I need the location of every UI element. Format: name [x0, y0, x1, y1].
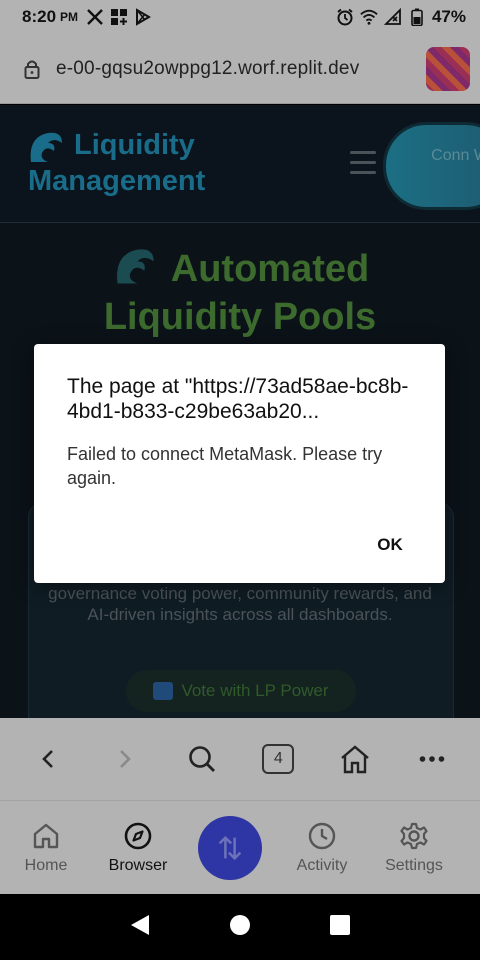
status-ampm: PM — [60, 10, 79, 24]
hero-title-line-2: Liquidity Pools — [103, 296, 377, 338]
battery-percent: 47% — [431, 7, 466, 26]
tab-count: 4 — [262, 744, 295, 774]
brand-title[interactable]: Liquidity Management — [28, 127, 205, 199]
house-icon — [341, 745, 369, 774]
app-bottom-nav: Home Browser Activity Settings — [0, 800, 480, 894]
status-time: 8:20 — [22, 7, 57, 26]
search-button[interactable] — [177, 734, 227, 784]
lock-icon — [24, 59, 40, 79]
nav-settings[interactable]: Settings — [368, 821, 460, 875]
ballot-box-icon — [153, 682, 174, 700]
home-button[interactable] — [330, 734, 380, 784]
triangle-back-icon — [131, 914, 149, 935]
vote-button-label: Vote with LP Power — [181, 681, 329, 700]
wifi-icon — [360, 8, 378, 26]
android-back-button[interactable] — [129, 913, 151, 942]
apps-grid-icon — [110, 8, 128, 26]
play-store-icon — [134, 8, 152, 26]
site-header: Liquidity Management Conn Wal — [0, 105, 480, 223]
brand-line-2: Management — [28, 165, 206, 197]
circle-home-icon — [230, 914, 250, 935]
home-icon — [33, 823, 59, 848]
vote-with-lp-power-button[interactable]: Vote with LP Power — [126, 670, 356, 712]
swap-fab-button[interactable] — [198, 815, 262, 880]
chevron-left-icon — [42, 750, 54, 768]
status-bar: 8:20 PM 47% — [0, 0, 480, 34]
compass-icon — [124, 822, 152, 849]
android-home-button[interactable] — [229, 914, 251, 941]
chevron-right-icon — [120, 750, 131, 768]
more-dots-icon — [419, 756, 444, 762]
wave-hero-icon — [111, 245, 159, 287]
alert-dialog: The page at "https://73ad58ae-bc8b-4bd1-… — [34, 344, 445, 583]
url-text[interactable]: e-00-gqsu2owppg12.worf.replit.dev — [56, 58, 426, 80]
forward-button[interactable] — [100, 734, 150, 784]
alarm-icon — [336, 8, 354, 26]
nav-activity[interactable]: Activity — [276, 821, 368, 875]
battery-icon — [408, 8, 426, 26]
dialog-ok-button[interactable]: OK — [362, 528, 418, 562]
nav-home-label: Home — [24, 856, 68, 874]
clock-icon — [308, 822, 336, 849]
dialog-title: The page at "https://73ad58ae-bc8b-4bd1-… — [67, 375, 409, 423]
nav-browser-label: Browser — [108, 856, 168, 874]
browser-toolbar: 4 — [0, 718, 480, 800]
system-icons: 47% — [336, 7, 466, 27]
nav-activity-label: Activity — [296, 856, 348, 874]
nav-swap[interactable] — [184, 815, 276, 880]
nav-browser[interactable]: Browser — [92, 821, 184, 875]
site-favicon-avatar[interactable] — [426, 46, 470, 91]
tabs-button[interactable]: 4 — [253, 734, 303, 784]
android-recents-button[interactable] — [329, 914, 351, 941]
back-button[interactable] — [23, 734, 73, 784]
dialog-message: Failed to connect MetaMask. Please try a… — [67, 444, 383, 488]
signal-icon — [383, 8, 402, 26]
address-bar[interactable]: e-00-gqsu2owppg12.worf.replit.dev — [0, 34, 480, 104]
search-icon — [188, 746, 215, 772]
gear-icon — [400, 822, 428, 849]
swap-icon — [218, 835, 242, 860]
square-recents-icon — [330, 914, 350, 935]
nav-settings-label: Settings — [385, 856, 443, 874]
menu-icon[interactable] — [350, 151, 376, 177]
nav-home[interactable]: Home — [0, 821, 92, 875]
brand-line-1: Liquidity — [74, 129, 195, 161]
android-navigation-bar — [0, 894, 480, 960]
hero-title-line-1: Automated — [170, 248, 370, 290]
x-logo-icon — [86, 8, 104, 26]
notification-icons — [86, 8, 152, 26]
connect-wallet-button[interactable]: Conn Wal — [386, 125, 480, 207]
more-menu-button[interactable] — [407, 734, 457, 784]
hero-title: Automated Liquidity Pools — [0, 245, 480, 341]
feature-card-text: governance voting power, community rewar… — [48, 584, 432, 624]
